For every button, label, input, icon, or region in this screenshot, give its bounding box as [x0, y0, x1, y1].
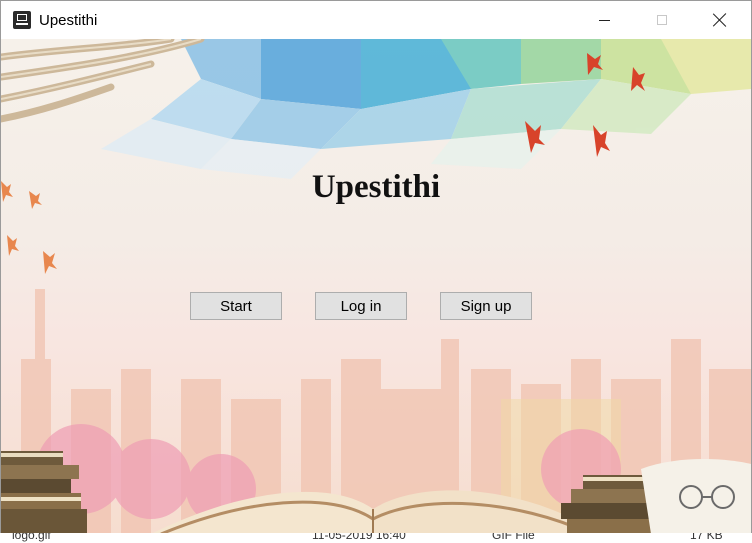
minimize-icon [598, 19, 610, 21]
login-button[interactable]: Log in [315, 292, 407, 320]
background-file-row: logo.gif 11-05-2019 16:40 GIF File 17 KB [0, 533, 752, 543]
minimize-button[interactable] [575, 1, 633, 39]
close-button[interactable] [691, 1, 749, 39]
maximize-button[interactable] [633, 1, 691, 39]
file-name: logo.gif [12, 533, 51, 542]
file-date: 11-05-2019 16:40 [312, 533, 406, 542]
background-image [1, 39, 751, 534]
window-title: Upestithi [39, 11, 98, 29]
file-size: 17 KB [690, 533, 723, 542]
start-button[interactable]: Start [190, 292, 282, 320]
app-window-icon [13, 11, 31, 29]
maximize-icon [657, 15, 667, 25]
file-type: GIF File [492, 533, 535, 542]
polygon-sky [101, 39, 751, 179]
app-heading: Upestithi [311, 169, 441, 205]
signup-button[interactable]: Sign up [440, 292, 532, 320]
title-bar[interactable]: Upestithi [1, 1, 751, 39]
app-window: Upestithi Upestithi Start Log in Sign up [0, 0, 752, 543]
main-panel: Upestithi Start Log in Sign up [1, 39, 751, 534]
close-icon [713, 13, 727, 27]
